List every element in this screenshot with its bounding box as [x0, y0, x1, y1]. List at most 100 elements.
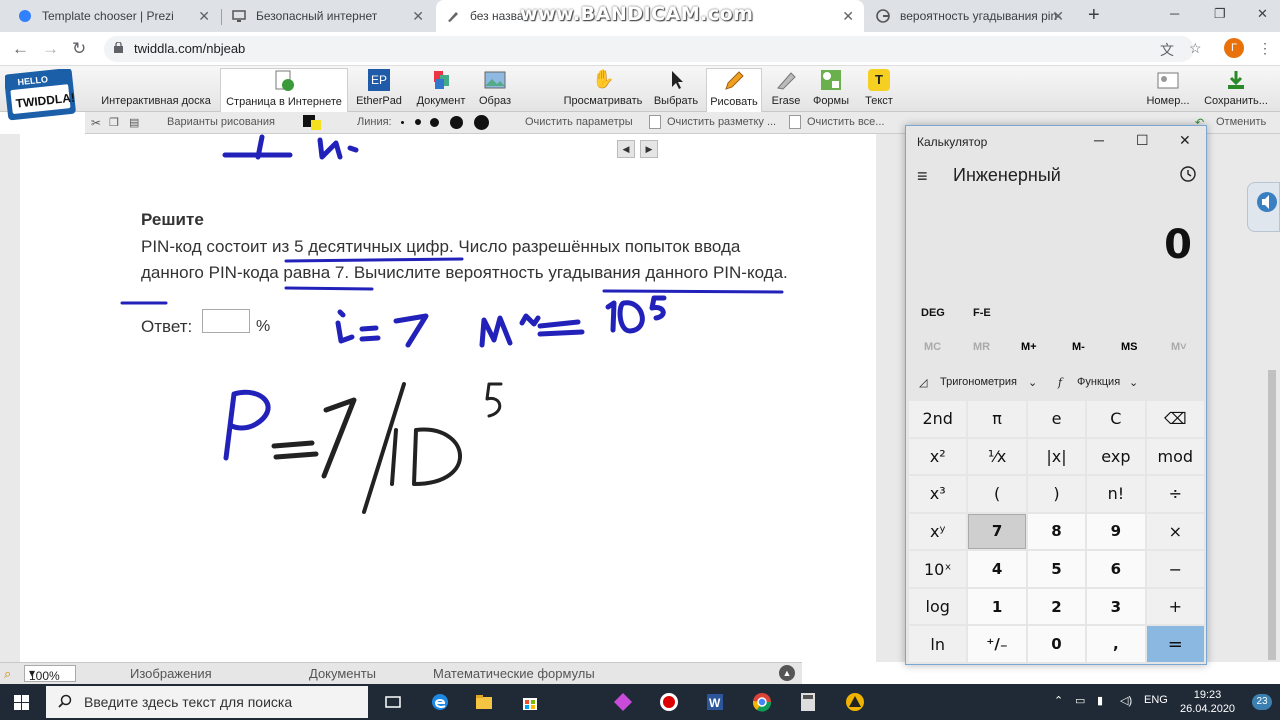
calc-key[interactable]: −	[1146, 551, 1204, 587]
function-dropdown[interactable]: Функция	[1077, 376, 1120, 388]
restore-icon[interactable]: ❐	[1214, 6, 1226, 22]
ink-underline-digits	[284, 257, 464, 263]
task-view-icon[interactable]	[383, 692, 403, 712]
ms-button[interactable]: MS	[1121, 341, 1138, 353]
fe-button[interactable]: F-E	[973, 307, 991, 319]
undo-button[interactable]: Отменить	[1216, 116, 1266, 128]
network-icon[interactable]: ▭	[1075, 694, 1085, 707]
math-formulas-tab[interactable]: Математические формулы	[433, 666, 595, 681]
edge-icon[interactable]	[430, 692, 450, 712]
calc-key[interactable]: ¹⁄x	[968, 438, 1026, 475]
menu-dots-icon[interactable]: ⋮	[1258, 40, 1272, 57]
system-clock[interactable]: 19:23 26.04.2020	[1180, 688, 1235, 716]
file-explorer-icon[interactable]	[474, 692, 494, 712]
calc-key[interactable]: C	[1087, 401, 1145, 437]
ink-underline-pin	[602, 289, 784, 294]
app-diamond-icon[interactable]	[613, 692, 633, 712]
memory-list-button[interactable]: M˅	[1171, 341, 1187, 353]
calc-key[interactable]: ÷	[1146, 476, 1204, 512]
calc-key[interactable]: ⁺∕₋	[968, 626, 1026, 662]
m-minus-button[interactable]: M-	[1072, 341, 1085, 353]
calc-key[interactable]: 0	[1027, 626, 1086, 662]
calc-maximize-icon[interactable]: ☐	[1136, 132, 1149, 149]
page-scrollbar[interactable]	[1268, 370, 1276, 660]
word-icon[interactable]: W	[705, 692, 725, 712]
store-icon[interactable]	[520, 692, 540, 712]
clock-date: 26.04.2020	[1180, 703, 1236, 715]
calc-key[interactable]: 9	[1087, 513, 1145, 550]
tool-number[interactable]: Номер...	[1142, 68, 1194, 112]
calc-key[interactable]: (	[968, 476, 1026, 512]
calc-key[interactable]: ×	[1146, 513, 1204, 550]
app-warning-icon[interactable]	[845, 692, 865, 712]
close-icon[interactable]: ✕	[1052, 8, 1064, 25]
calc-key[interactable]: 5	[1027, 551, 1086, 587]
calc-key[interactable]: x³	[909, 476, 967, 512]
calc-key[interactable]: 3	[1087, 588, 1145, 625]
deg-button[interactable]: DEG	[921, 307, 945, 319]
calc-close-icon[interactable]: ✕	[1179, 132, 1191, 149]
images-tab[interactable]: Изображения	[130, 666, 212, 681]
bandicam-record-icon[interactable]	[659, 692, 679, 712]
mc-button[interactable]: MC	[924, 341, 941, 353]
calculator-app-icon[interactable]	[798, 692, 818, 712]
battery-icon[interactable]: ▮	[1097, 694, 1103, 707]
calc-key[interactable]: 7	[968, 513, 1026, 550]
calc-key[interactable]: x²	[909, 438, 967, 475]
volume-icon[interactable]: ◁)	[1120, 694, 1132, 707]
tool-label: Номер...	[1146, 95, 1190, 107]
calc-key[interactable]: ,	[1087, 626, 1145, 662]
zoom-select[interactable]: 100% ▾	[24, 665, 76, 683]
calc-key[interactable]: ln	[909, 626, 967, 662]
calc-key[interactable]: )	[1027, 476, 1086, 512]
calc-key[interactable]: 6	[1087, 551, 1145, 587]
taskbar-search[interactable]: Введите здесь текст для поиска	[46, 686, 368, 718]
hamburger-menu-icon[interactable]: ≡	[917, 166, 928, 187]
collapse-up-icon[interactable]: ▲	[779, 665, 795, 681]
calc-key[interactable]: 2	[1027, 588, 1086, 625]
calculator-keypad: 2nd π e C ⌫ x² ¹⁄x |x| exp mod x³() n! ÷ xʸ 7 8 9 × 10ˣ 4 5 6…	[909, 401, 1204, 662]
handwritten-ink-layer	[120, 134, 784, 514]
calc-key[interactable]: mod	[1146, 438, 1204, 475]
bookmark-star-icon[interactable]: ☆	[1189, 40, 1202, 57]
calc-key[interactable]: 2nd	[909, 401, 967, 437]
profile-avatar[interactable]: Г	[1224, 38, 1244, 58]
tool-save[interactable]: Сохранить...	[1200, 68, 1272, 112]
calc-key[interactable]: |x|	[1027, 438, 1086, 475]
translate-icon[interactable]: 文	[1160, 40, 1174, 60]
calc-key[interactable]: exp	[1087, 438, 1145, 475]
calc-key[interactable]: 8	[1027, 513, 1086, 550]
window-close-icon[interactable]: ✕	[1257, 6, 1268, 22]
save-icon	[1225, 69, 1247, 91]
calc-key[interactable]: 10ˣ	[909, 551, 967, 587]
calc-key[interactable]: e	[1027, 401, 1086, 437]
chrome-icon[interactable]	[752, 692, 772, 712]
new-tab-plus-icon[interactable]: +	[1088, 4, 1100, 27]
windows-start-icon[interactable]	[14, 695, 29, 710]
calculator-display: 0	[1164, 222, 1192, 268]
ink-superscript-five	[485, 382, 503, 418]
mr-button[interactable]: MR	[973, 341, 990, 353]
calc-key[interactable]: ⌫	[1146, 401, 1204, 437]
documents-tab[interactable]: Документы	[309, 666, 376, 681]
calc-key[interactable]: xʸ	[909, 513, 967, 550]
calc-key[interactable]: 1	[968, 588, 1026, 625]
calc-key[interactable]: +	[1146, 588, 1204, 625]
notifications-badge[interactable]: 23	[1252, 694, 1272, 710]
function-f-icon: f	[1058, 376, 1063, 389]
input-language[interactable]: ENG	[1144, 694, 1168, 706]
tray-chevron-up-icon[interactable]: ⌃	[1054, 694, 1063, 707]
calc-key[interactable]: log	[909, 588, 967, 625]
zoom-value: 100%	[29, 669, 60, 683]
trig-dropdown[interactable]: Тригонометрия	[940, 376, 1017, 388]
calc-key[interactable]: =	[1146, 626, 1204, 662]
calc-key[interactable]: π	[968, 401, 1026, 437]
history-icon[interactable]	[1179, 165, 1197, 183]
calc-minimize-icon[interactable]: ─	[1094, 132, 1104, 148]
calc-key[interactable]: 4	[968, 551, 1026, 587]
clock-time: 19:23	[1193, 689, 1222, 701]
m-plus-button[interactable]: M+	[1021, 341, 1037, 353]
side-chat-tab[interactable]	[1247, 182, 1280, 232]
minimize-icon[interactable]: ─	[1170, 6, 1179, 21]
calc-key[interactable]: n!	[1087, 476, 1145, 512]
